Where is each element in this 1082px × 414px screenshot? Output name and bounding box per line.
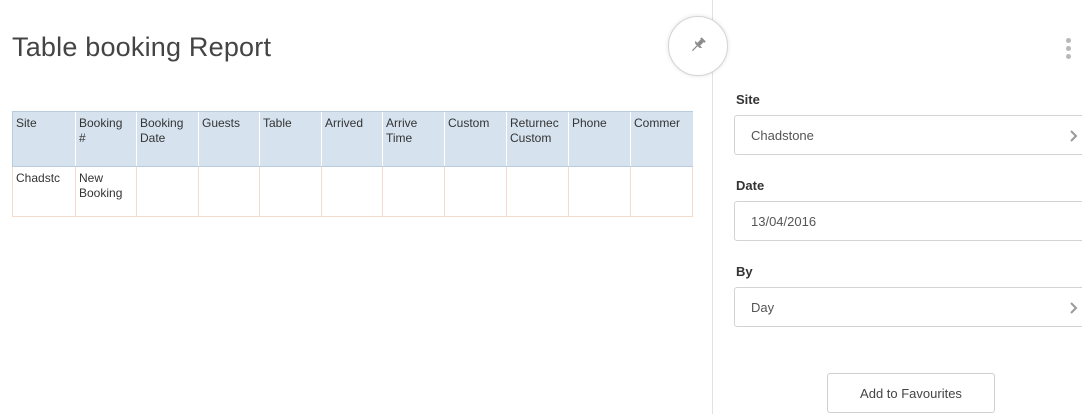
cell-guests — [198, 166, 260, 217]
column-header-table[interactable]: Table — [259, 111, 322, 167]
cell-table — [259, 166, 322, 217]
cell-arrived — [321, 166, 383, 217]
table-header-row: Site Booking # Booking Date Guests Table… — [12, 111, 693, 167]
date-label: Date — [736, 178, 765, 193]
cell-phone — [568, 166, 631, 217]
site-select[interactable]: Chadstone — [734, 115, 1082, 155]
chevron-right-icon — [1070, 130, 1078, 142]
cell-booking-number: New Booking — [75, 166, 137, 217]
column-header-arrive-time[interactable]: Arrive Time — [382, 111, 445, 167]
by-select-value: Day — [751, 300, 775, 315]
date-field-value: 13/04/2016 — [751, 214, 817, 229]
site-select-value: Chadstone — [751, 128, 814, 143]
cell-site: Chadstc — [12, 166, 76, 217]
report-table: Site Booking # Booking Date Guests Table… — [12, 111, 693, 217]
by-label: By — [736, 264, 753, 279]
page-title: Table booking Report — [12, 32, 272, 62]
by-select[interactable]: Day — [734, 287, 1082, 327]
site-label: Site — [736, 92, 760, 107]
cell-customer — [444, 166, 507, 217]
pin-icon — [691, 37, 706, 52]
column-header-booking-date[interactable]: Booking Date — [136, 111, 199, 167]
column-header-guests[interactable]: Guests — [198, 111, 260, 167]
cell-comments — [630, 166, 693, 217]
pin-panel-button[interactable] — [668, 16, 728, 76]
column-header-comments[interactable]: Commer — [630, 111, 693, 167]
cell-booking-date — [136, 166, 199, 217]
table-row[interactable]: Chadstc New Booking — [12, 166, 693, 217]
vertical-dots-menu-icon[interactable] — [1066, 38, 1072, 62]
cell-arrive-time — [382, 166, 445, 217]
chevron-right-icon — [1070, 302, 1078, 314]
column-header-customer[interactable]: Custom — [444, 111, 507, 167]
column-header-arrived[interactable]: Arrived — [321, 111, 383, 167]
column-header-returned-customer[interactable]: Returnec Custom — [506, 111, 569, 167]
date-field[interactable]: 13/04/2016 — [734, 201, 1082, 241]
column-header-phone[interactable]: Phone — [568, 111, 631, 167]
column-header-site[interactable]: Site — [12, 111, 76, 167]
column-header-booking-number[interactable]: Booking # — [75, 111, 137, 167]
add-to-favourites-button[interactable]: Add to Favourites — [827, 373, 995, 413]
cell-returned-customer — [506, 166, 569, 217]
